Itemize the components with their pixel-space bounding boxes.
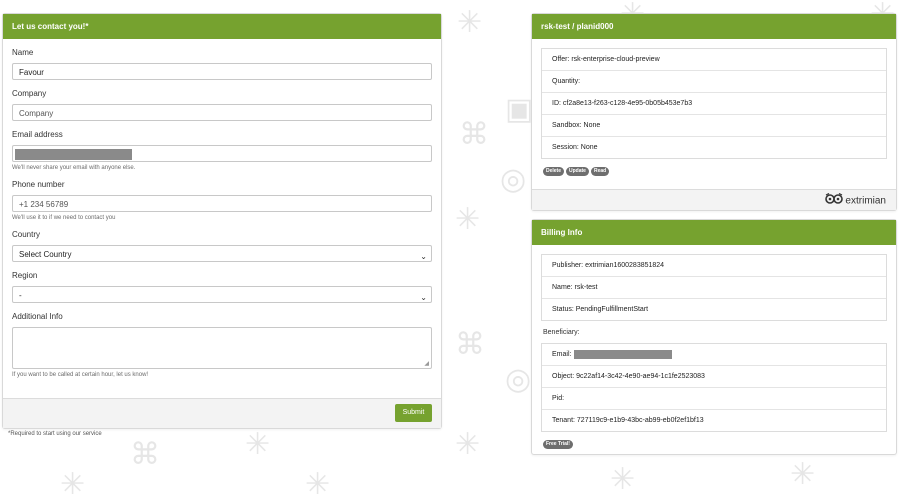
billing-publisher-row: Publisher: extrimian1600283851824 bbox=[552, 262, 665, 269]
name-label: Name bbox=[12, 48, 34, 57]
plan-actions: Delete Update Read bbox=[543, 167, 896, 177]
additional-info-help-text: If you want to be called at certain hour… bbox=[12, 372, 149, 378]
contact-form-card: Let us contact you!* Name Favour Company… bbox=[2, 13, 442, 429]
country-select-value: Select Country bbox=[19, 250, 72, 259]
beneficiary-email-label: Email: bbox=[552, 351, 572, 358]
billing-card-title: Billing Info bbox=[532, 220, 896, 245]
email-label: Email address bbox=[12, 130, 63, 139]
country-select[interactable]: Select Country ⌄ bbox=[12, 245, 432, 262]
plan-info-list: Offer: rsk-enterprise-cloud-preview Quan… bbox=[541, 48, 887, 159]
redacted-email bbox=[15, 149, 132, 160]
resize-grip-icon[interactable]: ◢ bbox=[424, 360, 429, 367]
chevron-down-icon: ⌄ bbox=[420, 293, 427, 302]
chevron-down-icon: ⌄ bbox=[420, 252, 427, 261]
region-select[interactable]: - ⌄ bbox=[12, 286, 432, 303]
contact-card-footer: Submit bbox=[3, 398, 441, 428]
name-field[interactable]: Favour bbox=[12, 63, 432, 80]
beneficiary-object-row: Object: 9c22af14-3c42-4e90-ae94-1c1fe252… bbox=[542, 365, 886, 387]
beneficiary-info-list: Email: Object: 9c22af14-3c42-4e90-ae94-1… bbox=[541, 343, 887, 432]
update-button[interactable]: Update bbox=[566, 167, 589, 176]
free-trial-badge: Free Trial! bbox=[543, 440, 573, 449]
company-field[interactable]: Company bbox=[12, 104, 432, 121]
redacted-email bbox=[574, 349, 673, 359]
additional-info-textarea[interactable]: ◢ bbox=[12, 327, 432, 369]
brand-name: extrimian bbox=[845, 195, 886, 207]
phone-label: Phone number bbox=[12, 180, 65, 189]
billing-name-row: Name: rsk-test bbox=[542, 276, 886, 298]
required-note: *Required to start using our service bbox=[8, 431, 102, 437]
read-button[interactable]: Read bbox=[590, 167, 610, 176]
delete-button[interactable]: Delete bbox=[543, 167, 565, 176]
plan-quantity-row: Quantity: bbox=[542, 70, 886, 92]
country-label: Country bbox=[12, 230, 41, 239]
email-field[interactable] bbox=[12, 145, 432, 162]
beneficiary-label: Beneficiary: bbox=[543, 329, 580, 336]
plan-id-row: ID: cf2a8e13-f263-c128-4e95-0b05b453e7b3 bbox=[542, 92, 886, 114]
region-select-value: - bbox=[19, 291, 22, 300]
billing-card: Billing Info Publisher: extrimian1600283… bbox=[531, 219, 897, 455]
plan-card-footer: extrimian bbox=[532, 189, 896, 210]
billing-status-row: Status: PendingFulfillmentStart bbox=[542, 298, 886, 320]
additional-info-label: Additional Info bbox=[12, 312, 63, 321]
plan-card: rsk-test / planid000 Offer: rsk-enterpri… bbox=[531, 13, 897, 211]
phone-help-text: We'll use it to if we need to contact yo… bbox=[12, 215, 116, 221]
extrimian-logo: extrimian bbox=[825, 192, 886, 209]
beneficiary-pid-row: Pid: bbox=[542, 387, 886, 409]
billing-info-list: Publisher: extrimian1600283851824 Name: … bbox=[541, 254, 887, 321]
submit-button[interactable]: Submit bbox=[395, 404, 432, 422]
owl-logo-icon bbox=[825, 192, 844, 209]
contact-card-title: Let us contact you!* bbox=[3, 14, 441, 39]
phone-field[interactable]: +1 234 56789 bbox=[12, 195, 432, 212]
company-label: Company bbox=[12, 89, 47, 98]
region-label: Region bbox=[12, 271, 38, 280]
beneficiary-tenant-row: Tenant: 727119c9-e1b9-43bc-ab99-eb0f2ef1… bbox=[542, 409, 886, 431]
plan-offer-row: Offer: rsk-enterprise-cloud-preview bbox=[552, 56, 660, 63]
email-help-text: We'll never share your email with anyone… bbox=[12, 165, 136, 171]
beneficiary-email-row: Email: bbox=[542, 344, 886, 365]
plan-session-row: Session: None bbox=[542, 136, 886, 158]
billing-badges: Free Trial! bbox=[543, 440, 896, 450]
plan-card-title: rsk-test / planid000 bbox=[532, 14, 896, 39]
plan-sandbox-row: Sandbox: None bbox=[542, 114, 886, 136]
